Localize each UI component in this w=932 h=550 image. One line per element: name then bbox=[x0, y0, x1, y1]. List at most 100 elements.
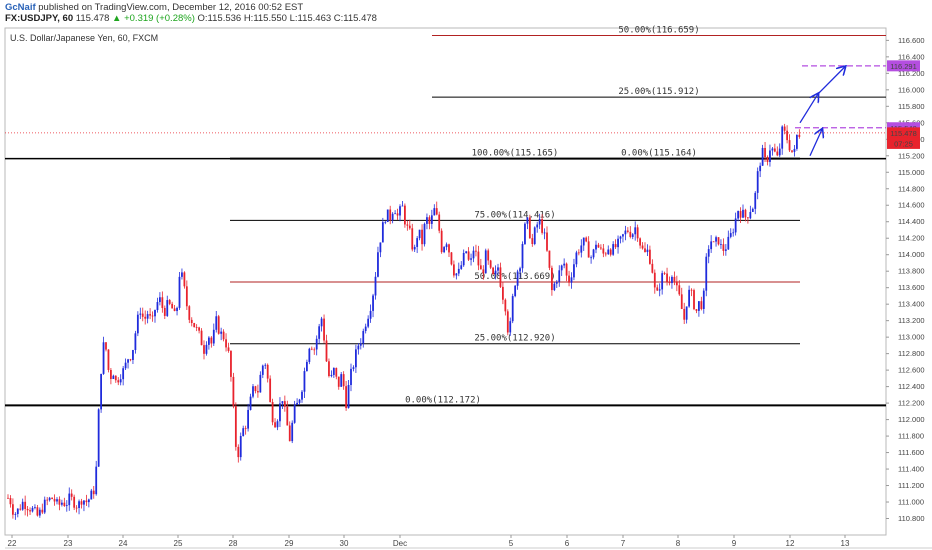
candle-body[interactable] bbox=[159, 297, 161, 303]
candle-body[interactable] bbox=[416, 238, 419, 247]
candle-body[interactable] bbox=[176, 307, 178, 312]
candle-body[interactable] bbox=[582, 237, 585, 246]
candle-body[interactable] bbox=[318, 326, 321, 339]
candle-body[interactable] bbox=[232, 376, 235, 407]
candle-body[interactable] bbox=[161, 297, 164, 308]
candle-body[interactable] bbox=[254, 386, 257, 392]
candle-body[interactable] bbox=[492, 267, 494, 275]
candle-body[interactable] bbox=[173, 308, 176, 312]
candle-body[interactable] bbox=[747, 217, 749, 219]
candle-body[interactable] bbox=[749, 211, 752, 219]
candle-body[interactable] bbox=[34, 507, 36, 509]
candle-body[interactable] bbox=[443, 247, 445, 253]
candle-body[interactable] bbox=[631, 234, 634, 237]
candle-body[interactable] bbox=[313, 349, 316, 351]
candle-body[interactable] bbox=[7, 497, 9, 499]
candle-body[interactable] bbox=[379, 242, 382, 253]
candle-body[interactable] bbox=[482, 269, 485, 274]
candle-body[interactable] bbox=[494, 270, 497, 275]
candle-body[interactable] bbox=[239, 436, 242, 458]
candle-body[interactable] bbox=[418, 229, 421, 239]
candle-body[interactable] bbox=[502, 286, 504, 300]
candle-body[interactable] bbox=[78, 501, 80, 508]
candle-body[interactable] bbox=[577, 252, 580, 254]
candle-body[interactable] bbox=[283, 401, 286, 407]
candle-body[interactable] bbox=[423, 223, 426, 245]
candle-body[interactable] bbox=[656, 287, 659, 291]
candle-body[interactable] bbox=[367, 318, 370, 327]
candle-body[interactable] bbox=[707, 249, 710, 257]
candle-body[interactable] bbox=[389, 209, 392, 221]
candle-body[interactable] bbox=[328, 361, 330, 377]
candle-body[interactable] bbox=[472, 250, 475, 259]
candle-body[interactable] bbox=[261, 365, 264, 375]
candle-body[interactable] bbox=[705, 256, 708, 291]
candle-body[interactable] bbox=[555, 281, 558, 284]
candle-body[interactable] bbox=[372, 295, 374, 311]
candle-body[interactable] bbox=[438, 214, 441, 231]
candle-body[interactable] bbox=[543, 232, 546, 234]
candle-body[interactable] bbox=[455, 273, 458, 276]
symbol-label[interactable]: FX:USDJPY, 60 bbox=[5, 13, 73, 24]
candle-body[interactable] bbox=[575, 252, 578, 265]
candle-body[interactable] bbox=[124, 362, 127, 369]
candle-body[interactable] bbox=[112, 375, 115, 380]
candle-body[interactable] bbox=[306, 361, 308, 372]
candle-body[interactable] bbox=[766, 156, 769, 162]
candle-body[interactable] bbox=[504, 299, 507, 312]
candle-body[interactable] bbox=[185, 286, 188, 307]
candle-body[interactable] bbox=[386, 209, 389, 222]
candle-body[interactable] bbox=[46, 499, 49, 501]
candle-body[interactable] bbox=[26, 508, 29, 511]
candle-body[interactable] bbox=[617, 238, 619, 248]
candle-body[interactable] bbox=[695, 309, 698, 311]
candle-body[interactable] bbox=[413, 246, 416, 250]
candle-body[interactable] bbox=[36, 507, 39, 516]
candle-body[interactable] bbox=[369, 310, 372, 319]
candle-body[interactable] bbox=[497, 267, 499, 271]
candle-body[interactable] bbox=[301, 391, 303, 400]
candle-body[interactable] bbox=[783, 126, 786, 131]
candle-body[interactable] bbox=[573, 264, 575, 278]
candle-body[interactable] bbox=[29, 510, 31, 512]
candle-body[interactable] bbox=[188, 306, 191, 320]
candle-body[interactable] bbox=[683, 308, 686, 320]
candle-body[interactable] bbox=[499, 267, 502, 287]
candle-body[interactable] bbox=[303, 371, 306, 392]
candle-body[interactable] bbox=[489, 260, 492, 268]
candle-body[interactable] bbox=[771, 148, 774, 151]
candle-body[interactable] bbox=[271, 402, 274, 423]
candle-body[interactable] bbox=[227, 347, 230, 351]
candle-body[interactable] bbox=[298, 399, 301, 403]
candle-body[interactable] bbox=[551, 267, 553, 291]
candle-body[interactable] bbox=[450, 252, 453, 265]
candle-body[interactable] bbox=[257, 391, 259, 393]
candle-body[interactable] bbox=[563, 263, 566, 266]
candle-body[interactable] bbox=[249, 396, 252, 410]
candle-body[interactable] bbox=[781, 126, 784, 149]
candle-body[interactable] bbox=[680, 294, 683, 309]
candle-body[interactable] bbox=[408, 225, 411, 229]
candle-body[interactable] bbox=[769, 150, 771, 162]
candle-body[interactable] bbox=[462, 252, 465, 266]
candle-body[interactable] bbox=[448, 244, 450, 253]
candle-body[interactable] bbox=[129, 359, 132, 361]
candle-body[interactable] bbox=[38, 509, 41, 516]
candle-body[interactable] bbox=[230, 350, 232, 377]
candle-body[interactable] bbox=[396, 213, 399, 216]
candle-body[interactable] bbox=[359, 343, 362, 346]
candle-body[interactable] bbox=[634, 227, 637, 235]
candle-body[interactable] bbox=[484, 250, 487, 274]
candle-body[interactable] bbox=[198, 327, 200, 331]
candle-body[interactable] bbox=[622, 234, 624, 237]
candle-body[interactable] bbox=[685, 306, 688, 320]
candle-body[interactable] bbox=[406, 224, 409, 226]
candle-body[interactable] bbox=[558, 270, 561, 282]
candle-body[interactable] bbox=[597, 244, 600, 248]
candle-body[interactable] bbox=[479, 265, 482, 270]
candle-body[interactable] bbox=[526, 217, 529, 224]
candle-body[interactable] bbox=[222, 331, 225, 340]
candle-body[interactable] bbox=[105, 342, 107, 350]
candle-body[interactable] bbox=[401, 205, 404, 207]
candle-body[interactable] bbox=[119, 379, 122, 383]
